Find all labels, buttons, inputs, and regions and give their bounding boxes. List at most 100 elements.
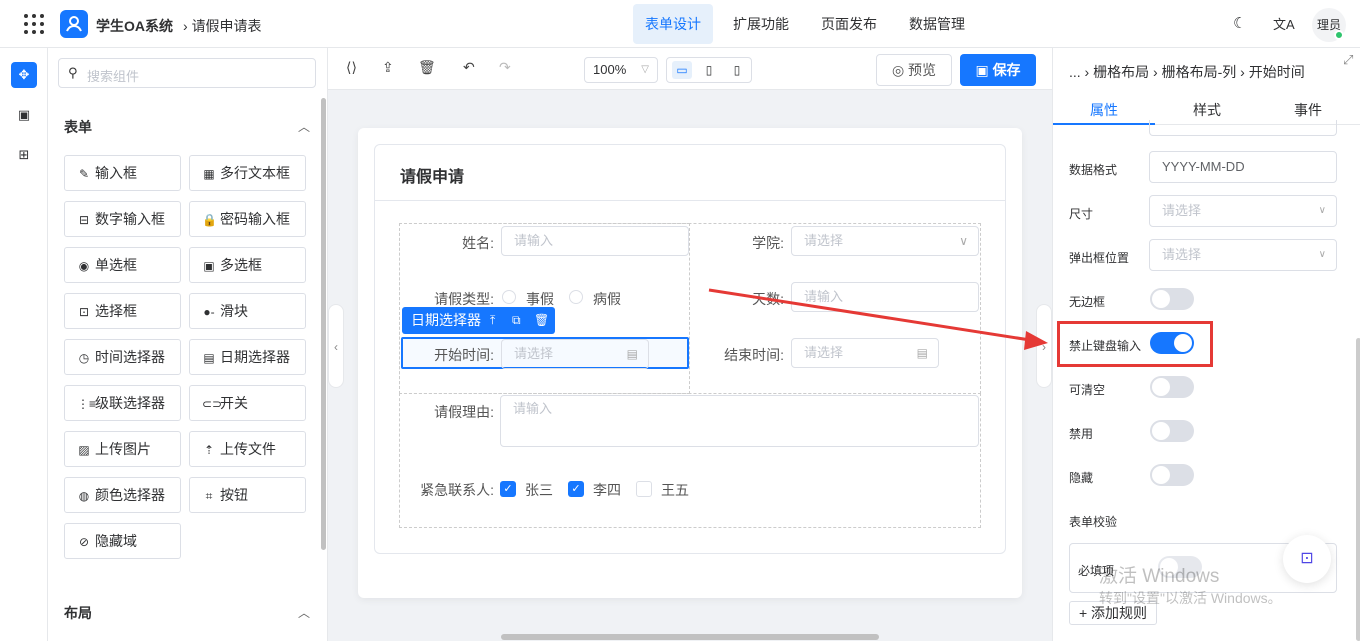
checkbox-lisi[interactable]: ✓ xyxy=(568,481,584,497)
radio-icon: ◉ xyxy=(78,259,90,273)
section-form-title[interactable]: 表单 xyxy=(64,117,92,137)
name-input[interactable]: 请输入 xyxy=(501,226,689,256)
college-select[interactable]: 请选择 ∨ xyxy=(791,226,979,256)
start-date-picker[interactable]: 请选择 ▤ xyxy=(501,339,649,369)
component-date-picker[interactable]: ▤ 日期选择器 xyxy=(189,339,306,375)
chevron-down-icon: ∨ xyxy=(959,234,968,248)
component-color-picker[interactable]: ◍ 颜色选择器 xyxy=(64,477,181,513)
nav-tab-form-design[interactable]: 表单设计 xyxy=(633,4,713,44)
moon-icon[interactable]: ☾ xyxy=(1233,14,1246,32)
popup-position-select[interactable]: 请选择 ∨ xyxy=(1149,239,1337,271)
device-switcher: ▭ ▯ ▯ xyxy=(666,57,752,83)
upload-icon: ⇡ xyxy=(203,443,215,457)
translate-icon[interactable]: 文A xyxy=(1273,14,1295,33)
component-textarea[interactable]: ▦ 多行文本框 xyxy=(189,155,306,191)
reason-textarea[interactable]: 请输入 xyxy=(500,395,979,447)
redo-icon[interactable]: ↷ xyxy=(499,59,511,76)
export-icon[interactable]: ⇪ xyxy=(382,59,394,76)
button-icon: ⌗ xyxy=(205,489,213,503)
preview-button[interactable]: ◎ 预览 xyxy=(876,54,952,86)
switch-knob xyxy=(1152,466,1170,484)
radio-personal-leave[interactable] xyxy=(502,290,516,304)
scrollbar[interactable] xyxy=(1356,338,1360,641)
copy-icon[interactable]: ⧉ xyxy=(512,307,521,334)
canvas-toolbar: ⟨⟩ ⇪ 🗑 ↶ ↷ 100% ▽ ▭ ▯ ▯ ◎ 预览 ▣ 保存 xyxy=(328,48,1052,90)
palette-icon: ◍ xyxy=(78,489,90,503)
disabled-switch[interactable] xyxy=(1150,420,1194,442)
component-cascader[interactable]: ⋮≡级联选择器 xyxy=(64,385,181,421)
desktop-icon[interactable]: ▭ xyxy=(672,61,692,79)
component-upload-file[interactable]: ⇡ 上传文件 xyxy=(189,431,306,467)
component-upload-image[interactable]: ▨ 上传图片 xyxy=(64,431,181,467)
save-button[interactable]: ▣ 保存 xyxy=(960,54,1036,86)
user-logo-icon xyxy=(60,10,88,38)
search-input[interactable]: ⚲ 搜索组件 xyxy=(58,58,316,88)
component-radio[interactable]: ◉ 单选框 xyxy=(64,247,181,283)
assistant-bot-icon[interactable]: ⊡ xyxy=(1283,535,1331,583)
leave-type-label: 请假类型: xyxy=(434,291,494,307)
end-date-picker[interactable]: 请选择 ▤ xyxy=(791,338,939,368)
horizontal-scrollbar[interactable] xyxy=(501,634,879,640)
app-title: 学生OA系统 xyxy=(96,18,173,34)
scrollbar[interactable] xyxy=(321,98,326,550)
tablet-icon[interactable]: ▯ xyxy=(699,61,719,79)
validation-label: 表单校验 xyxy=(1069,515,1118,529)
delete-icon[interactable]: 🗑 xyxy=(418,59,436,76)
checkbox-wangwu[interactable] xyxy=(636,481,652,497)
component-hidden[interactable]: ⊘ 隐藏域 xyxy=(64,523,181,559)
nav-tab-extensions[interactable]: 扩展功能 xyxy=(721,4,801,44)
component-select[interactable]: ⊡ 选择框 xyxy=(64,293,181,329)
data-format-input[interactable]: YYYY-MM-DD xyxy=(1149,151,1337,183)
nav-tab-publish[interactable]: 页面发布 xyxy=(809,4,889,44)
tree-icon[interactable]: ⊞ xyxy=(11,142,37,168)
zoom-select[interactable]: 100% ▽ xyxy=(584,57,658,83)
radio-sick-leave[interactable] xyxy=(569,290,583,304)
checkbox-zhangsan[interactable]: ✓ xyxy=(500,481,516,497)
truncated-field[interactable] xyxy=(1149,120,1337,136)
component-button[interactable]: ⌗ 按钮 xyxy=(189,477,306,513)
lock-icon: 🔒 xyxy=(202,213,217,227)
nav-tab-data[interactable]: 数据管理 xyxy=(897,4,977,44)
collapse-left-handle[interactable]: ‹ xyxy=(328,304,344,388)
tab-styles[interactable]: 样式 xyxy=(1193,100,1221,120)
radio-label: 事假 xyxy=(526,291,554,307)
collapse-right-handle[interactable]: › xyxy=(1036,304,1052,388)
activation-watermark-hint: 转到"设置"以激活 Windows。 xyxy=(1099,590,1282,606)
component-time-picker[interactable]: ◷ 时间选择器 xyxy=(64,339,181,375)
hidden-switch[interactable] xyxy=(1150,464,1194,486)
tab-events[interactable]: 事件 xyxy=(1294,100,1322,120)
trash-icon[interactable]: 🗑 xyxy=(534,307,549,334)
mobile-icon[interactable]: ▯ xyxy=(727,61,747,79)
chevron-down-icon: ∨ xyxy=(1318,249,1326,260)
tab-properties[interactable]: 属性 xyxy=(1090,100,1118,120)
breadcrumb[interactable]: › 请假申请表 xyxy=(183,16,262,36)
days-input[interactable]: 请输入 xyxy=(791,282,979,312)
components-icon[interactable]: ✥ xyxy=(11,62,37,88)
expand-icon[interactable]: ⤢ xyxy=(1343,52,1353,68)
code-icon[interactable]: ▣ xyxy=(11,102,37,128)
component-password[interactable]: 🔒 密码输入框 xyxy=(189,201,306,237)
breadcrumb-page[interactable]: 请假申请表 xyxy=(192,18,262,34)
size-select[interactable]: 请选择 ∨ xyxy=(1149,195,1337,227)
preview-icon: ◎ xyxy=(891,62,905,78)
component-input[interactable]: ✎ 输入框 xyxy=(64,155,181,191)
component-checkbox[interactable]: ▣ 多选框 xyxy=(189,247,306,283)
chevron-up-icon[interactable]: ︿ xyxy=(298,118,310,135)
code-view-icon[interactable]: ⟨⟩ xyxy=(346,59,357,76)
days-label: 天数: xyxy=(752,291,784,307)
apps-grid-icon[interactable] xyxy=(24,14,44,34)
component-slider[interactable]: ●- 滑块 xyxy=(189,293,306,329)
reason-label: 请假理由: xyxy=(434,404,494,420)
component-number[interactable]: ⊟ 数字输入框 xyxy=(64,201,181,237)
undo-icon[interactable]: ↶ xyxy=(463,59,475,76)
move-up-icon[interactable]: ⤒ xyxy=(490,307,495,334)
checkbox-label: 王五 xyxy=(661,482,689,498)
clearable-switch[interactable] xyxy=(1150,376,1194,398)
chevron-up-icon[interactable]: ︿ xyxy=(298,604,310,621)
checkbox-label: 张三 xyxy=(525,482,553,498)
borderless-switch[interactable] xyxy=(1150,288,1194,310)
component-switch[interactable]: ⊂⊃开关 xyxy=(189,385,306,421)
clearable-label: 可清空 xyxy=(1069,383,1106,397)
section-layout-title[interactable]: 布局 xyxy=(64,603,92,623)
disable-keyboard-switch[interactable] xyxy=(1150,332,1194,354)
